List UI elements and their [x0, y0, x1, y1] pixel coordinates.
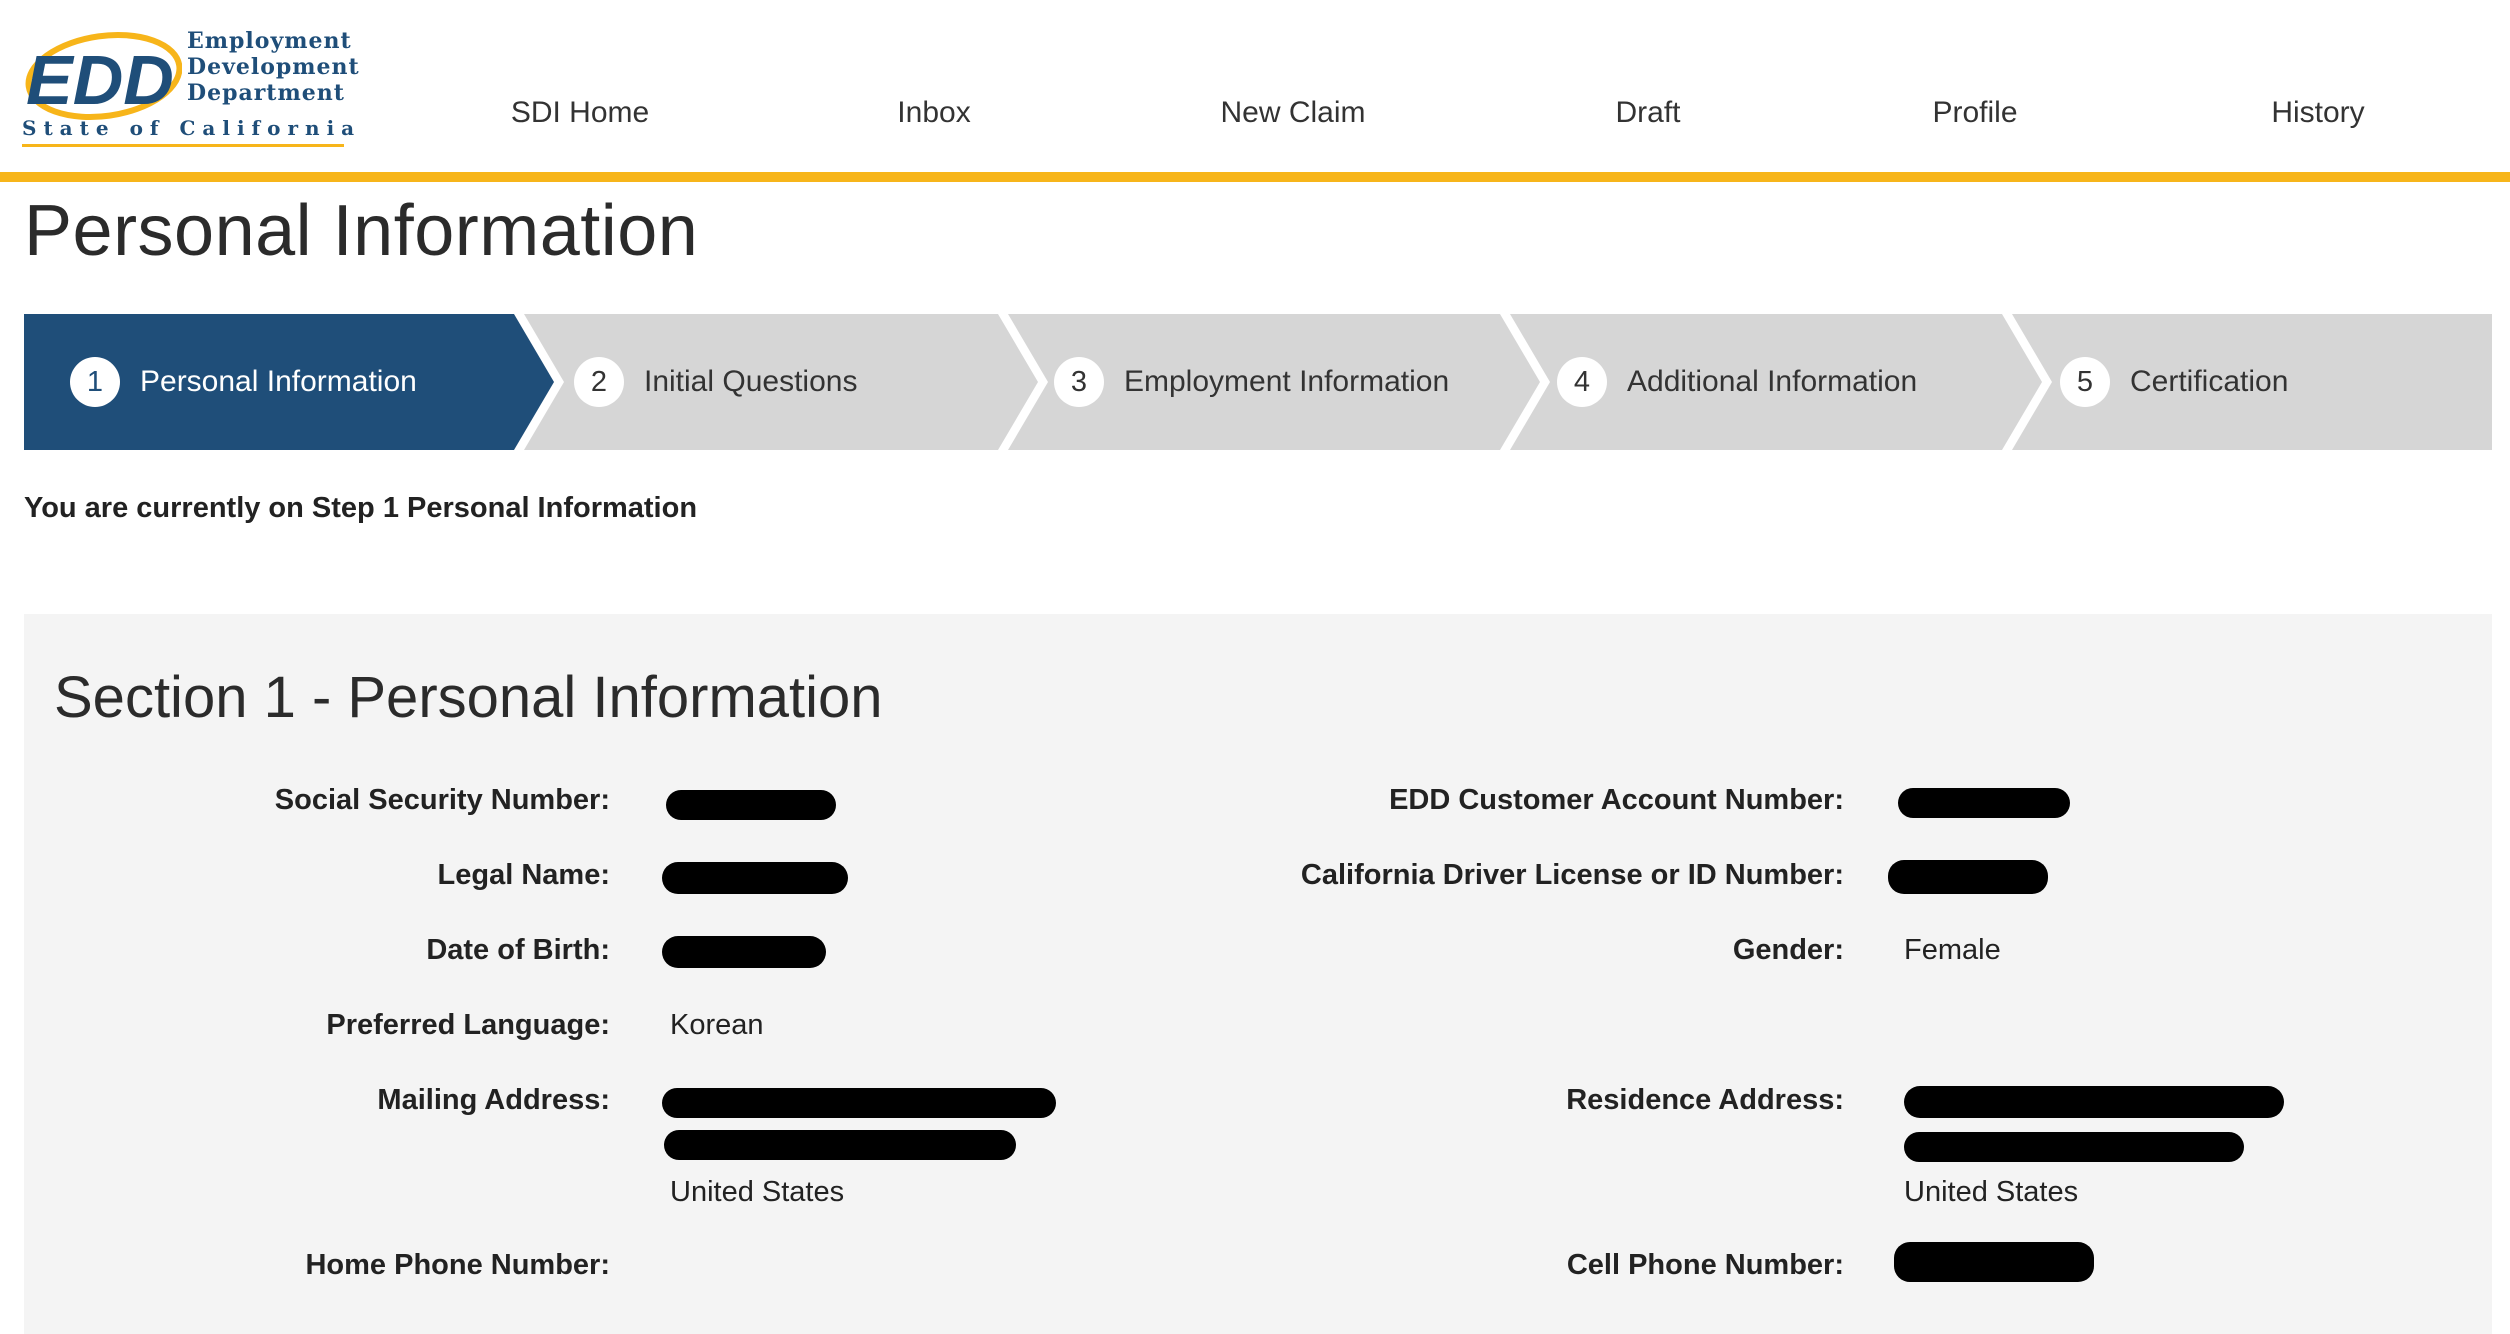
edd-logo[interactable]: EDD Employment Development Department St…	[22, 28, 359, 150]
logo-mark-text: EDD	[26, 41, 174, 119]
step-label: Additional Information	[1627, 365, 1918, 398]
driver-license-redacted-value	[1888, 860, 2048, 894]
nav-sdi-home[interactable]: SDI Home	[511, 96, 649, 130]
step-number-badge: 2	[574, 357, 624, 407]
step-number-badge: 1	[70, 357, 120, 407]
ssn-redacted-value	[666, 790, 836, 820]
progress-stepper: 1 Personal Information 2 Initial Questio…	[24, 314, 2492, 450]
preferred-language-value: Korean	[670, 1009, 764, 1041]
legal-name-label: Legal Name:	[437, 859, 610, 891]
logo-underline	[22, 144, 344, 147]
step-label: Employment Information	[1124, 365, 1450, 398]
cell-phone-redacted-value	[1894, 1242, 2094, 1282]
step-number-badge: 3	[1054, 357, 1104, 407]
residence-address-country: United States	[1904, 1176, 2079, 1208]
gender-label: Gender:	[1732, 934, 1844, 966]
driver-license-label: California Driver License or ID Number:	[1300, 859, 1844, 891]
step-number-badge: 4	[1557, 357, 1607, 407]
logo-state-text: State of California	[22, 116, 362, 140]
preferred-language-label: Preferred Language:	[326, 1009, 610, 1041]
page-title: Personal Information	[24, 191, 699, 271]
ssn-label: Social Security Number:	[274, 784, 610, 816]
step-initial-questions[interactable]: 2 Initial Questions	[574, 314, 857, 450]
gender-value: Female	[1904, 934, 2001, 966]
nav-draft[interactable]: Draft	[1615, 96, 1680, 130]
current-step-text: You are currently on Step 1 Personal Inf…	[24, 492, 698, 524]
site-header: EDD Employment Development Department St…	[0, 0, 2510, 172]
logo-department-name: Employment Development Department	[187, 28, 360, 106]
logo-dept-line: Development	[187, 54, 360, 80]
mailing-address-redacted-line	[662, 1088, 1056, 1118]
residence-address-redacted-line	[1904, 1086, 2284, 1118]
edd-customer-account-redacted-value	[1898, 788, 2070, 818]
step-label: Personal Information	[140, 365, 417, 398]
step-employment-information[interactable]: 3 Employment Information	[1054, 314, 1449, 450]
step-number-badge: 5	[2060, 357, 2110, 407]
step-label: Initial Questions	[644, 365, 858, 398]
home-phone-label: Home Phone Number:	[305, 1249, 610, 1281]
legal-name-redacted-value	[662, 862, 848, 894]
step-additional-information[interactable]: 4 Additional Information	[1557, 314, 1917, 450]
nav-profile[interactable]: Profile	[1932, 96, 2017, 130]
logo-dept-line: Department	[187, 80, 345, 106]
step-personal-information[interactable]: 1 Personal Information	[70, 314, 417, 450]
dob-redacted-value	[662, 936, 826, 968]
edd-customer-account-label: EDD Customer Account Number:	[1389, 784, 1844, 816]
header-divider	[0, 172, 2510, 182]
residence-address-redacted-line	[1904, 1132, 2244, 1162]
logo-dept-line: Employment	[187, 28, 352, 54]
mailing-address-country: United States	[670, 1176, 845, 1208]
step-label: Certification	[2130, 365, 2289, 398]
nav-new-claim[interactable]: New Claim	[1220, 96, 1365, 130]
nav-inbox[interactable]: Inbox	[897, 96, 970, 130]
edd-logo-mark: EDD	[25, 32, 182, 120]
mailing-address-label: Mailing Address:	[377, 1084, 610, 1116]
cell-phone-label: Cell Phone Number:	[1566, 1249, 1844, 1281]
residence-address-label: Residence Address:	[1566, 1084, 1844, 1116]
step-certification[interactable]: 5 Certification	[2060, 314, 2288, 450]
personal-info-section: Section 1 - Personal Information Social …	[24, 614, 2492, 1334]
section-title: Section 1 - Personal Information	[54, 665, 883, 730]
mailing-address-redacted-line	[664, 1130, 1016, 1160]
nav-history[interactable]: History	[2271, 96, 2364, 130]
dob-label: Date of Birth:	[426, 934, 610, 966]
